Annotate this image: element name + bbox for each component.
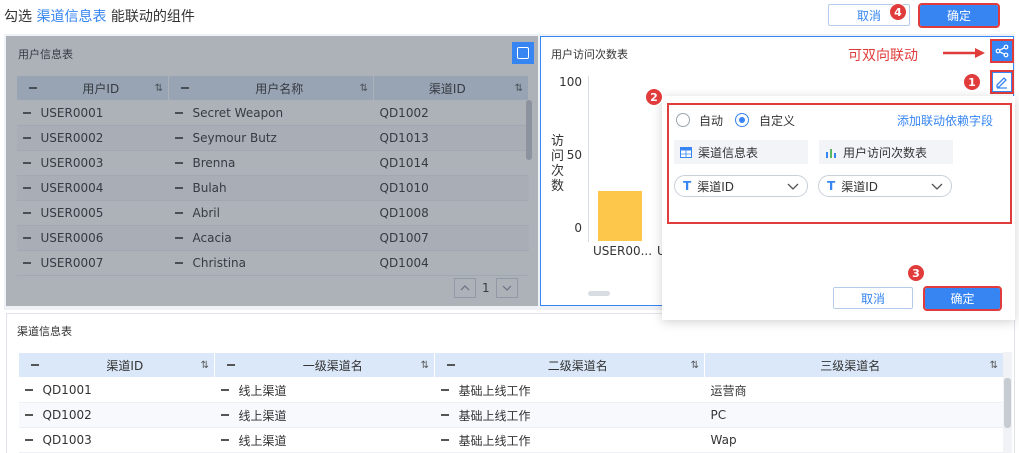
y-tick-label: 100: [559, 75, 582, 89]
step-badge-2: 2: [645, 88, 663, 106]
bar-chart-icon: [826, 148, 836, 158]
radio-custom-label: 自定义: [759, 114, 796, 128]
arrow-right-icon: [943, 48, 985, 58]
step-badge-1: 1: [963, 73, 981, 91]
chevron-down-icon: [787, 183, 799, 190]
collapse-icon[interactable]: [24, 439, 33, 441]
collapse-icon[interactable]: [447, 364, 455, 366]
collapse-icon[interactable]: [220, 414, 229, 416]
collapse-icon[interactable]: [24, 414, 33, 416]
collapse-icon[interactable]: [440, 439, 449, 441]
radio-auto-label: 自动: [699, 114, 724, 128]
disabled-overlay: [6, 36, 538, 306]
add-dependency-field-link[interactable]: 添加联动依赖字段: [897, 112, 993, 129]
collapse-icon[interactable]: [227, 364, 235, 366]
collapse-icon[interactable]: [220, 389, 229, 391]
collapse-icon[interactable]: [220, 439, 229, 441]
edit-linkage-button[interactable]: [990, 70, 1014, 94]
column-header-level3-name[interactable]: 三级渠道名 ⇅: [704, 352, 1004, 378]
page-title: 勾选 渠道信息表 能联动的组件: [4, 6, 195, 26]
header-confirm-button[interactable]: 确定: [918, 3, 1000, 28]
checkbox-icon: [517, 47, 529, 59]
source-table-card: 渠道信息表: [674, 140, 808, 164]
table-row[interactable]: QD1003 线上渠道 基础上线工作 Wap: [18, 427, 1004, 453]
sort-icon[interactable]: ⇅: [691, 360, 699, 371]
link-share-icon: [995, 44, 1009, 58]
y-tick-label: 50: [566, 148, 582, 162]
y-axis-label: 访问次数: [551, 134, 565, 194]
collapse-icon[interactable]: [440, 389, 449, 391]
step-badge-3: 3: [907, 264, 925, 282]
step-badge-4: 4: [889, 3, 907, 21]
collapse-icon[interactable]: [24, 389, 33, 391]
sort-icon[interactable]: ⇅: [421, 360, 429, 371]
x-tick-label: USER00...: [593, 244, 653, 258]
y-axis-line: [588, 76, 589, 242]
y-tick-label: 0: [574, 221, 582, 235]
popup-confirm-button[interactable]: 确定: [923, 286, 1002, 311]
target-table-card: 用户访问次数表: [819, 140, 953, 164]
bidirectional-annotation: 可双向联动: [848, 48, 918, 64]
page-title-highlight: 渠道信息表: [36, 9, 107, 25]
text-type-icon: T: [827, 179, 836, 193]
column-header-level2-name[interactable]: 二级渠道名 ⇅: [434, 352, 705, 378]
channel-table-title: 渠道信息表: [17, 325, 72, 338]
chart-horizontal-scrollbar[interactable]: [588, 291, 610, 296]
table-row[interactable]: QD1001 线上渠道 基础上线工作 运营商: [18, 377, 1004, 403]
radio-auto[interactable]: [676, 113, 690, 127]
chart-bar[interactable]: [598, 191, 642, 241]
radio-custom[interactable]: [735, 113, 749, 127]
column-header-channel-id[interactable]: 渠道ID ⇅: [18, 352, 215, 378]
linkage-icon-button[interactable]: [990, 39, 1014, 63]
target-field-select[interactable]: T 渠道ID: [818, 175, 952, 197]
collapse-icon[interactable]: [440, 414, 449, 416]
table-row[interactable]: QD1002 线上渠道 基础上线工作 PC: [18, 402, 1004, 428]
source-field-select[interactable]: T 渠道ID: [674, 175, 808, 197]
sort-icon[interactable]: ⇅: [201, 360, 209, 371]
chevron-down-icon: [931, 183, 943, 190]
channel-table-scrollbar[interactable]: [1004, 378, 1011, 428]
channel-table: 渠道ID ⇅ 一级渠道名 ⇅ 二级渠道名 ⇅ 三级渠道名 ⇅ QD1001 线上渠道 基…: [18, 352, 1004, 453]
linkage-checkbox[interactable]: [512, 42, 534, 64]
sort-icon[interactable]: ⇅: [990, 360, 998, 371]
column-header-level1-name[interactable]: 一级渠道名 ⇅: [214, 352, 435, 378]
page-title-suffix: 能联动的组件: [110, 9, 195, 25]
popup-cancel-button[interactable]: 取消: [833, 287, 913, 309]
page-title-prefix: 勾选: [4, 9, 32, 25]
channel-table-header: 渠道ID ⇅ 一级渠道名 ⇅ 二级渠道名 ⇅ 三级渠道名 ⇅: [18, 352, 1004, 378]
chart-title: 用户访问次数表: [551, 48, 628, 61]
text-type-icon: T: [683, 179, 692, 193]
pencil-icon: [996, 77, 1007, 89]
collapse-icon[interactable]: [31, 364, 39, 366]
table-icon: [680, 146, 692, 158]
